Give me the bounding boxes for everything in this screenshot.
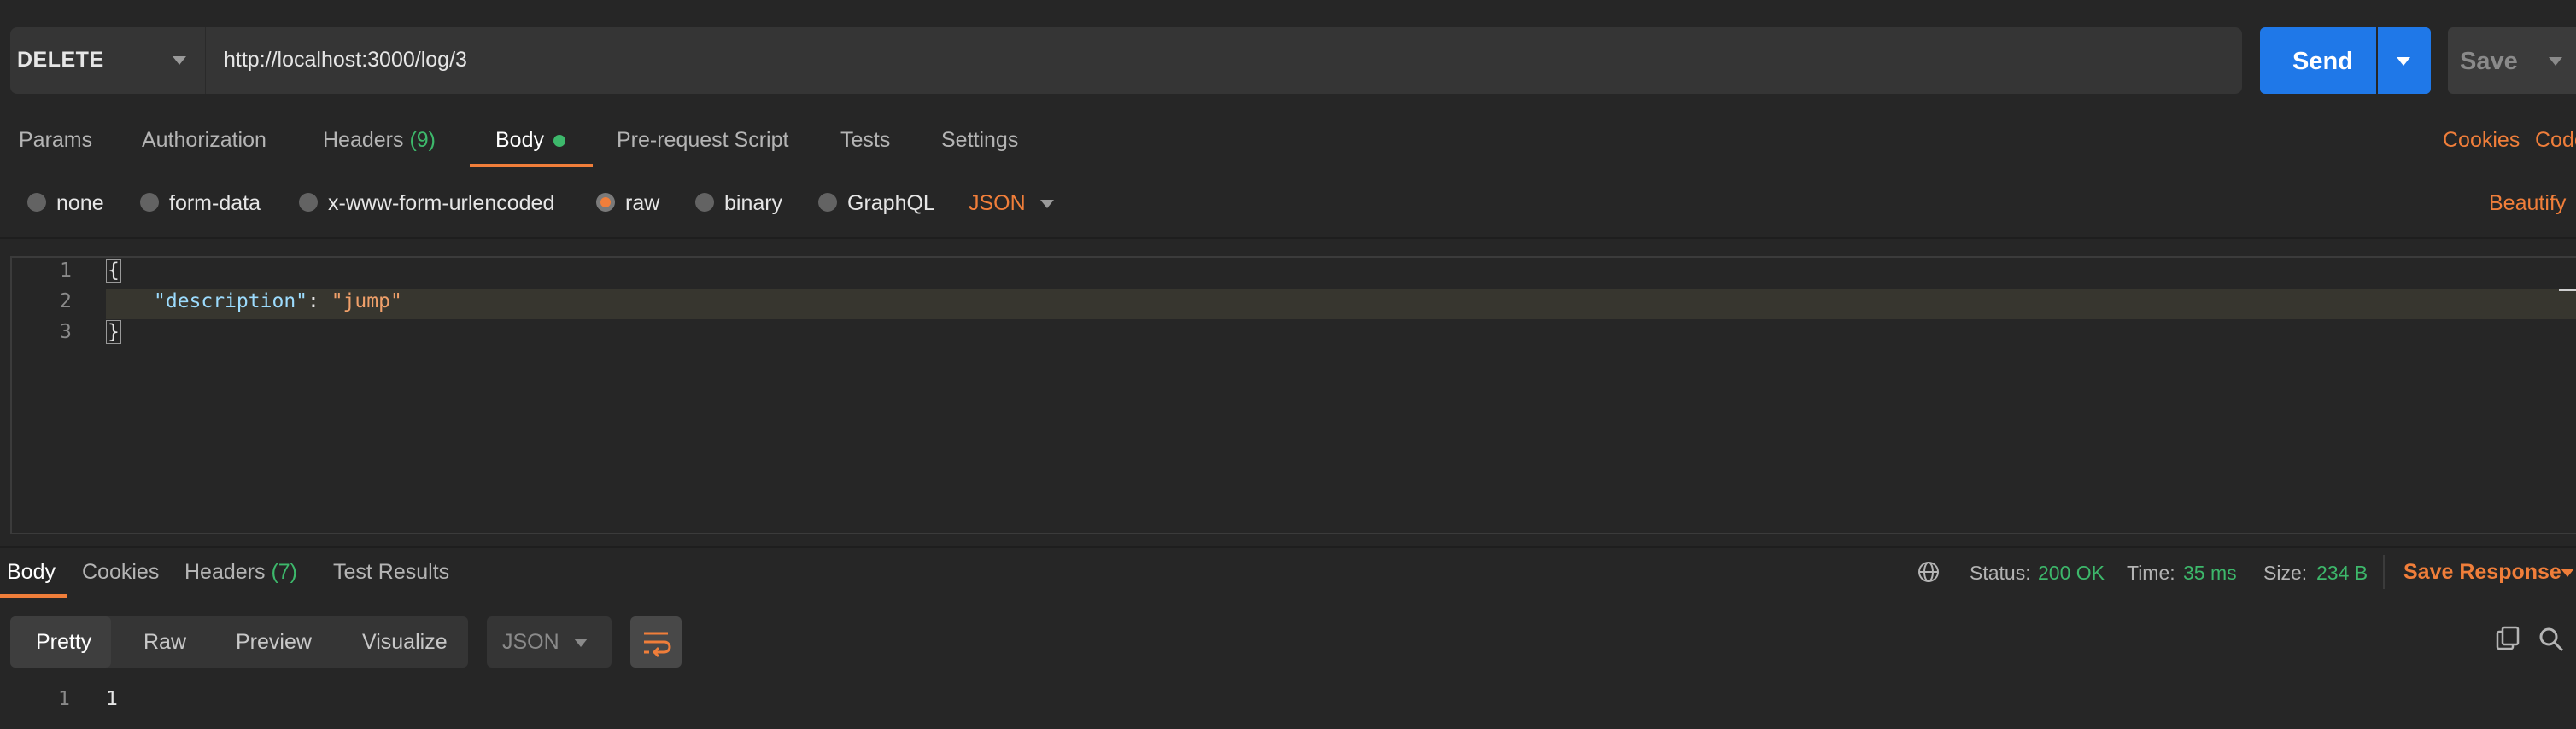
size-value[interactable]: 234 B xyxy=(2316,562,2368,585)
code-link[interactable]: Code xyxy=(2535,128,2576,153)
response-format-label: JSON xyxy=(502,630,559,654)
status-value[interactable]: 200 OK xyxy=(2038,562,2105,585)
chevron-down-icon xyxy=(173,56,186,65)
chevron-down-icon xyxy=(574,639,588,647)
url-text: http://localhost:3000/log/3 xyxy=(224,48,467,72)
wrap-lines-button[interactable] xyxy=(630,616,682,668)
radio-form-data[interactable] xyxy=(140,193,159,212)
radio-x-www-form-urlencoded-label: x-www-form-urlencoded xyxy=(328,191,555,215)
save-label: Save xyxy=(2460,48,2518,75)
tab-headers[interactable]: Headers (9) xyxy=(323,128,436,153)
response-headers-count: (7) xyxy=(271,560,298,584)
radio-raw-label: raw xyxy=(625,191,660,215)
json-colon: : xyxy=(307,290,331,312)
tab-headers-count: (9) xyxy=(409,128,436,152)
beautify-button[interactable]: Beautify xyxy=(2489,191,2566,216)
code-line-3: } xyxy=(106,320,121,344)
raw-format-select[interactable]: JSON xyxy=(969,191,1026,216)
line-number: 3 xyxy=(60,321,72,343)
radio-graphql-label: GraphQL xyxy=(847,191,935,215)
divider xyxy=(0,237,2576,239)
scroll-marker xyxy=(2559,289,2576,291)
response-tab-cookies[interactable]: Cookies xyxy=(82,560,159,585)
size-label: Size: xyxy=(2263,562,2308,584)
status-label: Status: xyxy=(1970,562,2031,584)
time-label: Time: xyxy=(2127,562,2175,584)
radio-raw[interactable] xyxy=(596,193,615,212)
method-label: DELETE xyxy=(17,48,104,72)
radio-form-data-label: form-data xyxy=(169,191,261,215)
send-label: Send xyxy=(2292,48,2353,75)
view-mode-pretty[interactable]: Pretty xyxy=(36,630,91,655)
divider xyxy=(2383,555,2385,589)
response-line-number: 1 xyxy=(58,688,70,710)
tab-pre-request-script[interactable]: Pre-request Script xyxy=(617,128,788,153)
view-mode-preview[interactable]: Preview xyxy=(236,630,312,655)
tab-authorization[interactable]: Authorization xyxy=(142,128,266,153)
time-value[interactable]: 35 ms xyxy=(2183,562,2237,585)
line-number: 2 xyxy=(60,290,72,312)
open-brace: { xyxy=(106,259,121,283)
chevron-down-icon xyxy=(1040,200,1054,208)
tab-params[interactable]: Params xyxy=(19,128,92,153)
tab-settings[interactable]: Settings xyxy=(941,128,1018,153)
response-active-underline xyxy=(0,594,67,598)
save-response-button[interactable]: Save Response xyxy=(2403,560,2561,585)
tab-headers-label: Headers xyxy=(323,128,404,152)
url-input[interactable] xyxy=(206,27,2242,94)
response-headers-label: Headers xyxy=(184,560,266,584)
body-modified-indicator xyxy=(553,135,565,147)
close-brace: } xyxy=(106,320,121,344)
tab-body[interactable]: Body xyxy=(495,128,544,153)
radio-x-www-form-urlencoded[interactable] xyxy=(299,193,318,212)
code-line-1: { xyxy=(106,259,121,283)
line-number: 1 xyxy=(60,260,72,282)
response-tab-body[interactable]: Body xyxy=(7,560,56,585)
current-line-highlight xyxy=(106,289,2576,319)
chevron-down-icon xyxy=(2561,569,2574,577)
response-body-value: 1 xyxy=(106,688,118,710)
chevron-down-icon xyxy=(2549,57,2562,66)
json-key: "description" xyxy=(154,290,308,312)
wrap-lines-icon xyxy=(644,632,671,658)
chevron-down-icon xyxy=(2397,57,2410,66)
response-tab-test-results[interactable]: Test Results xyxy=(333,560,449,585)
radio-none[interactable] xyxy=(27,193,46,212)
radio-none-label: none xyxy=(56,191,104,215)
active-tab-underline xyxy=(470,164,593,167)
view-mode-raw[interactable]: Raw xyxy=(143,630,186,655)
radio-graphql[interactable] xyxy=(818,193,837,212)
radio-binary-label: binary xyxy=(724,191,783,215)
copy-icon[interactable] xyxy=(2494,625,2521,652)
response-tab-headers[interactable]: Headers (7) xyxy=(184,560,297,585)
radio-binary[interactable] xyxy=(695,193,714,212)
cookies-link[interactable]: Cookies xyxy=(2443,128,2520,153)
code-line-2: "description": "jump" xyxy=(154,290,402,312)
search-icon[interactable] xyxy=(2537,625,2566,654)
globe-icon[interactable] xyxy=(1917,560,1941,584)
response-divider xyxy=(0,546,2576,548)
json-value: "jump" xyxy=(331,290,402,312)
tab-tests[interactable]: Tests xyxy=(840,128,890,153)
view-mode-visualize[interactable]: Visualize xyxy=(362,630,448,655)
